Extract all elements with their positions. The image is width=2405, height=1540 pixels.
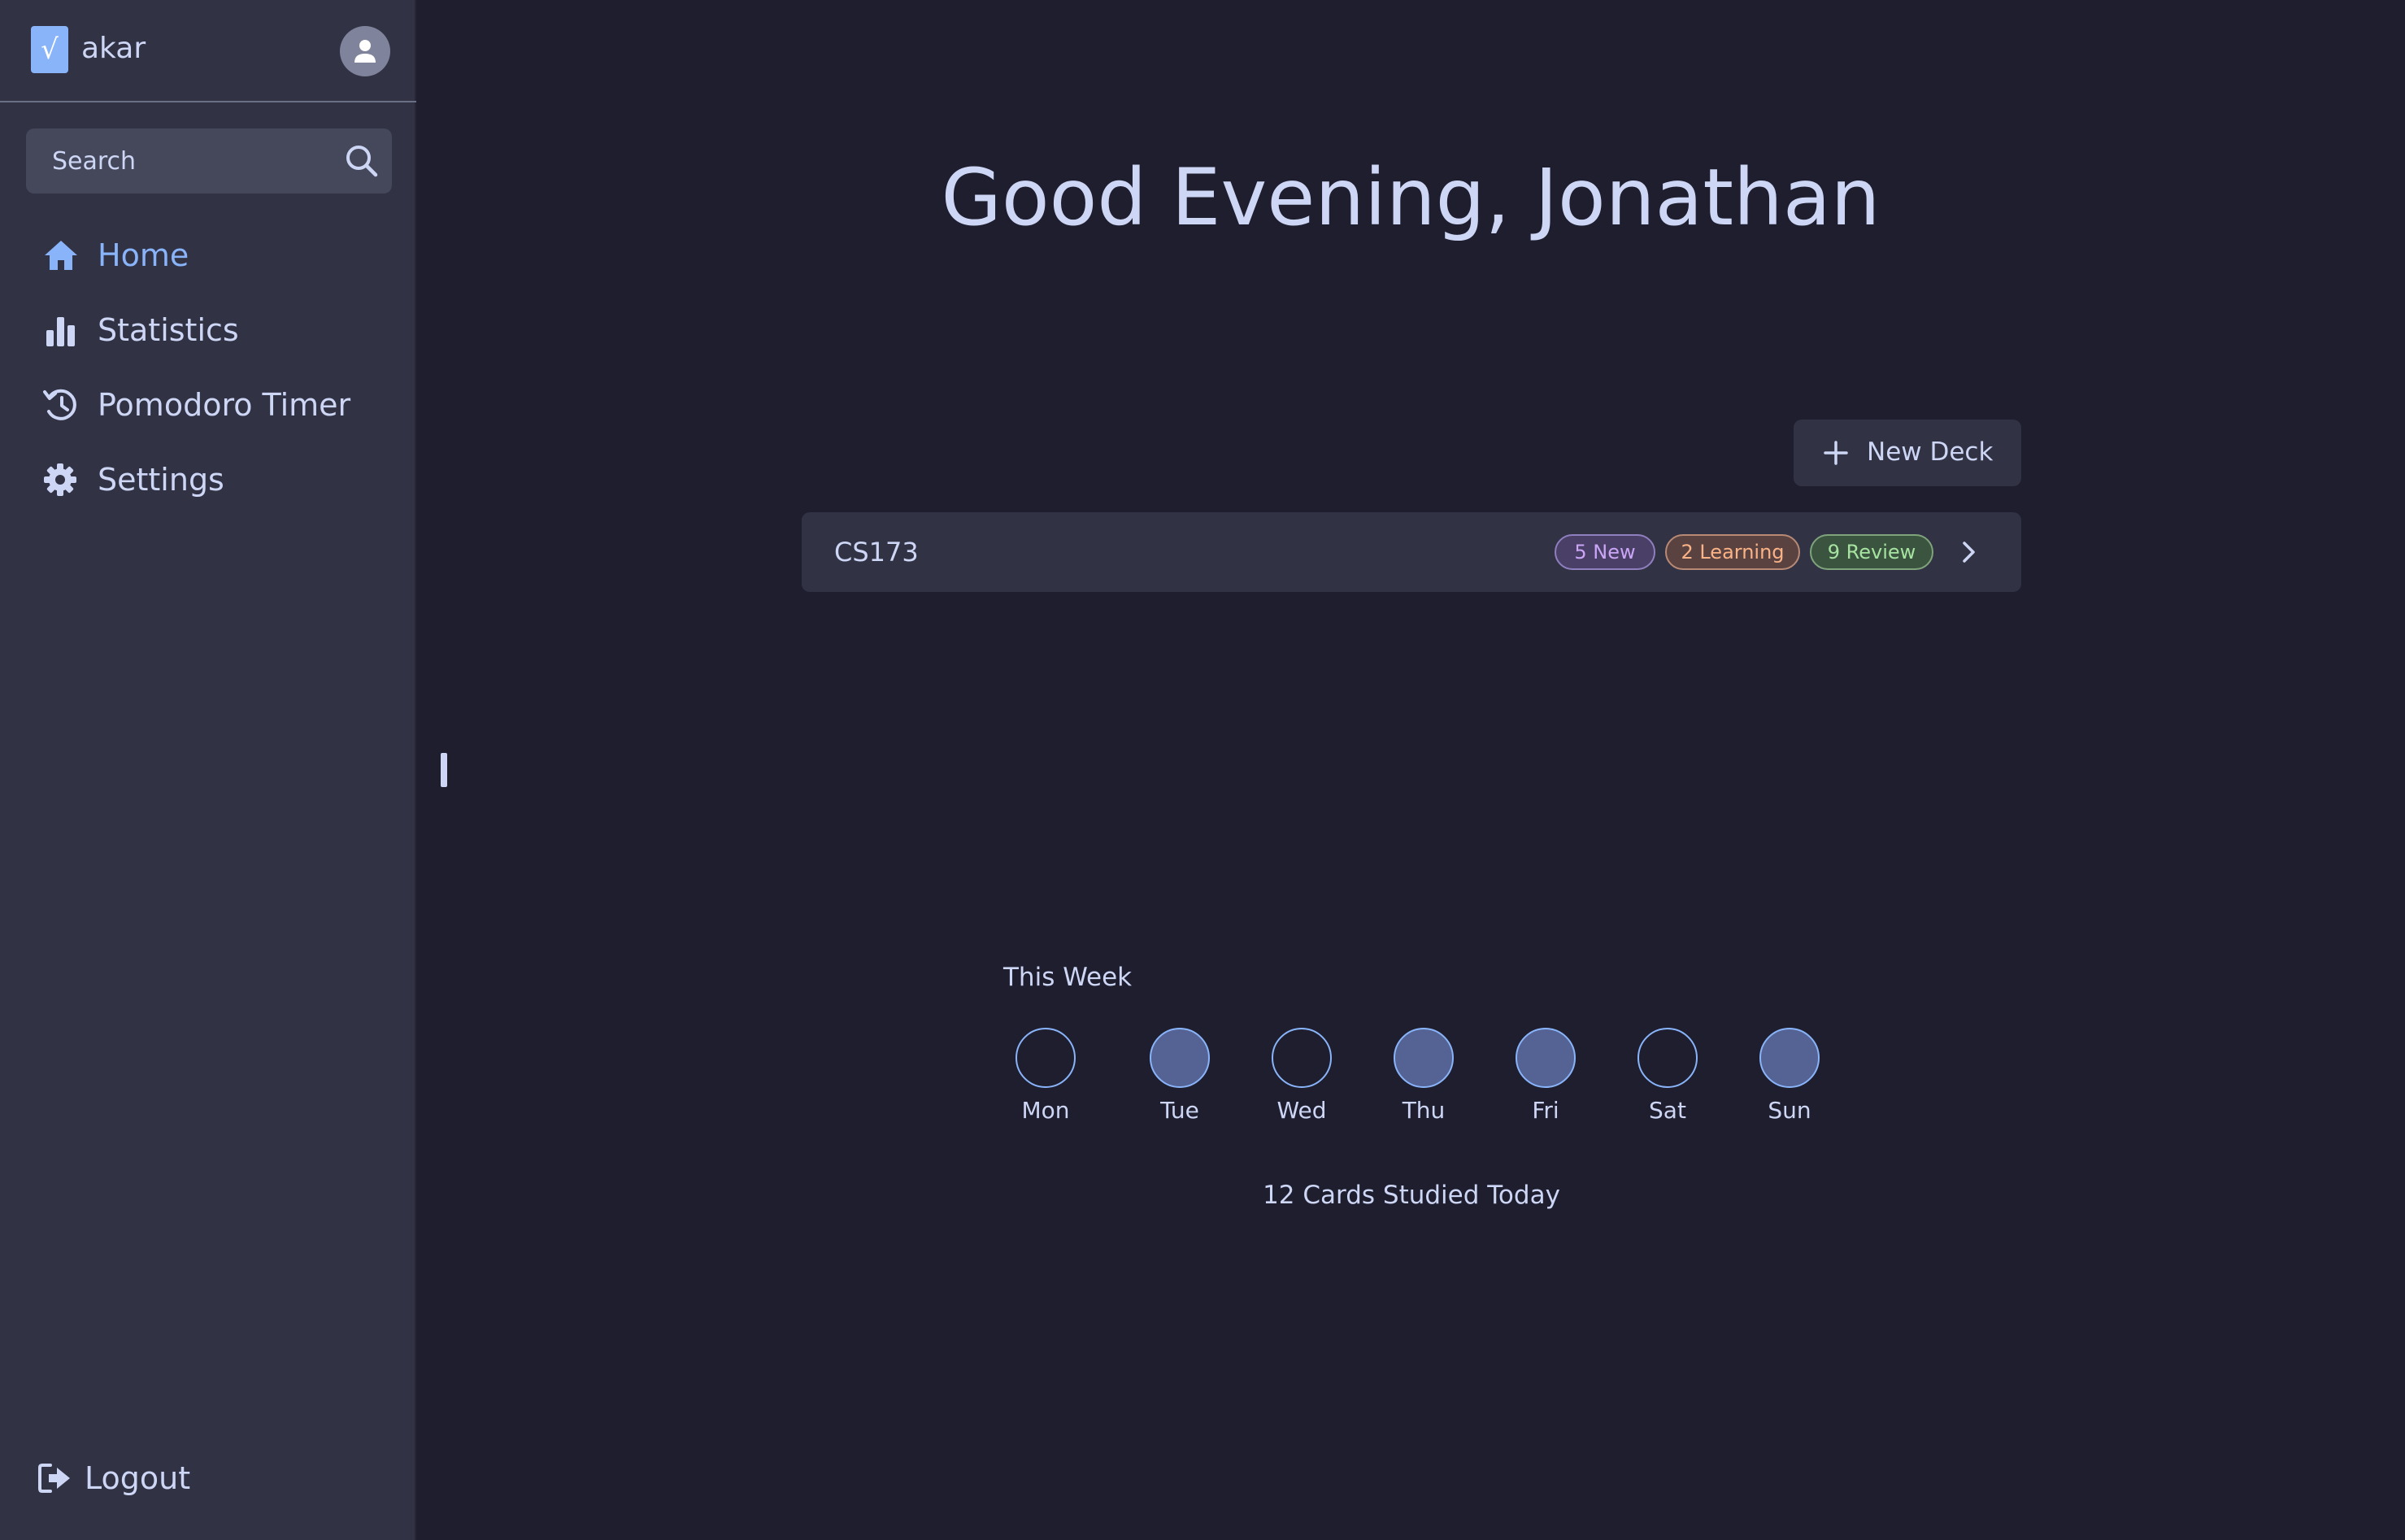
- logout-icon: [38, 1464, 70, 1493]
- deck-row-cs173[interactable]: CS173 5 New 2 Learning 9 Review: [802, 512, 2021, 592]
- day-tue: Tue: [1131, 1028, 1229, 1133]
- new-deck-button[interactable]: New Deck: [1794, 420, 2021, 486]
- app-window: √ akar Home: [0, 0, 2405, 1540]
- day-indicator: [1394, 1028, 1454, 1088]
- day-sat: Sat: [1619, 1028, 1716, 1133]
- day-sun: Sun: [1741, 1028, 1838, 1133]
- day-thu: Thu: [1375, 1028, 1472, 1133]
- sidebar-resize-handle[interactable]: [441, 753, 447, 787]
- day-label: Sun: [1768, 1097, 1811, 1124]
- learning-count-badge: 2 Learning: [1665, 534, 1800, 570]
- bar-chart-icon: [46, 317, 75, 346]
- sidebar-item-label: Home: [98, 237, 189, 273]
- search-box: [26, 128, 392, 194]
- sidebar-item-label: Statistics: [98, 312, 239, 348]
- logout-button[interactable]: Logout: [37, 1451, 249, 1506]
- history-icon: [43, 389, 76, 420]
- sidebar-item-home[interactable]: Home: [42, 229, 384, 281]
- week-title: This Week: [1003, 963, 1133, 992]
- search-icon[interactable]: [343, 142, 381, 180]
- day-mon: Mon: [997, 1028, 1094, 1133]
- day-indicator: [1516, 1028, 1576, 1088]
- day-wed: Wed: [1253, 1028, 1350, 1133]
- home-icon: [45, 241, 77, 270]
- logout-label: Logout: [85, 1460, 191, 1496]
- day-indicator: [1150, 1028, 1210, 1088]
- day-indicator: [1272, 1028, 1332, 1088]
- deck-name: CS173: [834, 537, 919, 568]
- sidebar-item-pomodoro-timer[interactable]: Pomodoro Timer: [42, 379, 384, 431]
- search-input[interactable]: [26, 128, 335, 194]
- sidebar-header: √ akar: [0, 0, 416, 102]
- sidebar-item-label: Pomodoro Timer: [98, 387, 351, 423]
- new-deck-label: New Deck: [1867, 437, 1994, 467]
- day-indicator: [1759, 1028, 1820, 1088]
- chevron-right-icon[interactable]: [1955, 538, 1982, 566]
- app-logo[interactable]: √: [31, 26, 68, 73]
- day-label: Thu: [1402, 1097, 1446, 1124]
- day-indicator: [1015, 1028, 1076, 1088]
- sidebar-item-settings[interactable]: Settings: [42, 454, 384, 506]
- plus-icon: [1824, 441, 1848, 465]
- day-indicator: [1637, 1028, 1698, 1088]
- day-label: Tue: [1160, 1097, 1199, 1124]
- user-avatar-icon[interactable]: [340, 26, 390, 76]
- brand-name: akar: [81, 32, 146, 65]
- day-label: Sat: [1649, 1097, 1686, 1124]
- review-count-badge: 9 Review: [1810, 534, 1933, 570]
- day-label: Fri: [1532, 1097, 1559, 1124]
- sidebar-item-statistics[interactable]: Statistics: [42, 304, 384, 356]
- day-label: Mon: [1021, 1097, 1070, 1124]
- gear-icon: [44, 463, 76, 496]
- new-count-badge: 5 New: [1555, 534, 1655, 570]
- page-title: Good Evening, Jonathan: [941, 152, 1881, 243]
- cards-studied-today: 12 Cards Studied Today: [1263, 1181, 1560, 1210]
- sidebar: √ akar Home: [0, 0, 416, 1540]
- day-label: Wed: [1276, 1097, 1327, 1124]
- sidebar-item-label: Settings: [98, 462, 224, 498]
- day-fri: Fri: [1497, 1028, 1594, 1133]
